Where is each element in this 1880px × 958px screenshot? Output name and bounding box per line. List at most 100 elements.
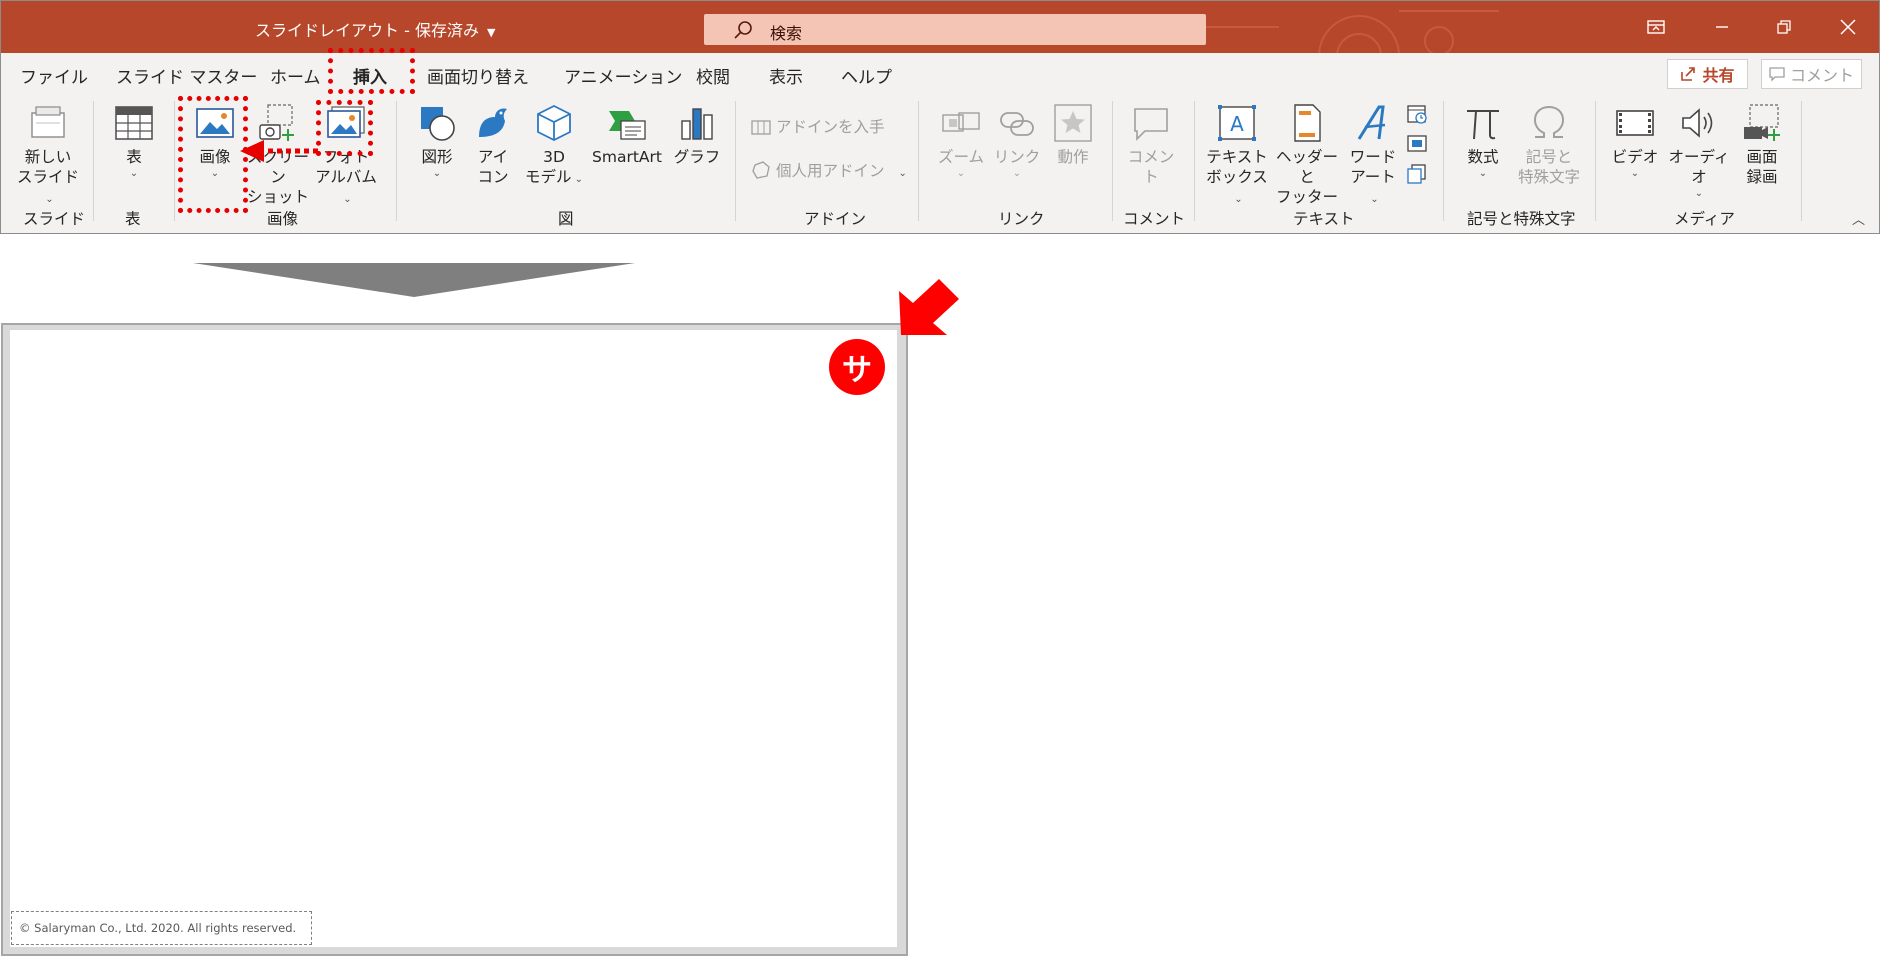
svg-text:A: A (1230, 112, 1244, 136)
textbox-button[interactable]: A テキスト ボックス ⌄ (1203, 103, 1271, 207)
title-dropdown-icon: ▼ (486, 26, 496, 39)
chevron-down-icon: ⌄ (1012, 168, 1022, 179)
shapes-button[interactable]: 図形 ⌄ (411, 103, 463, 181)
calendar-icon (1407, 105, 1427, 124)
group-separator (1595, 101, 1596, 221)
zoom-icon (942, 112, 980, 132)
omega-icon (1533, 105, 1565, 138)
tab-animations[interactable]: アニメーション (564, 63, 682, 88)
document-title-text: スライドレイアウト - 保存済み (255, 21, 479, 40)
new-slide-icon (31, 106, 65, 138)
screen-recording-label-1: 画面 (1746, 148, 1778, 166)
store-icon (751, 120, 771, 135)
chart-button[interactable]: グラフ (673, 103, 721, 167)
down-arrow-icon (193, 263, 635, 297)
document-title[interactable]: スライドレイアウト - 保存済み ▼ (255, 17, 495, 41)
close-icon (1840, 19, 1856, 35)
new-comment-button[interactable]: コメント (1123, 103, 1179, 187)
tab-file[interactable]: ファイル (20, 63, 88, 88)
textbox-label-2: ボックス (1206, 168, 1268, 186)
tab-slide-master[interactable]: スライド マスター (116, 63, 257, 88)
tab-help[interactable]: ヘルプ (841, 63, 892, 88)
footer-placeholder[interactable]: © Salaryman Co., Ltd. 2020. All rights r… (11, 911, 312, 945)
link-icon (1000, 112, 1034, 136)
comment-icon (1769, 67, 1785, 82)
pi-icon (1467, 110, 1499, 140)
wordart-button[interactable]: ワード アート ⌄ (1345, 103, 1401, 207)
equation-label: 数式 (1467, 148, 1499, 166)
group-label-media: メディア (1674, 210, 1735, 228)
smartart-label: SmartArt (592, 148, 662, 166)
chevron-down-icon: ⌄ (1478, 168, 1488, 179)
chevron-down-icon: ⌄ (1630, 168, 1640, 179)
group-label-symbols: 記号と特殊文字 (1467, 210, 1576, 228)
new-comment-label: コメント (1127, 148, 1175, 186)
restore-icon (1777, 20, 1791, 34)
group-label-slides: スライド (23, 210, 86, 228)
symbol-button[interactable]: 記号と 特殊文字 (1511, 103, 1587, 187)
header-footer-button[interactable]: ヘッダーと フッター (1273, 103, 1341, 207)
wordart-label-2: アート (1350, 168, 1396, 186)
search-placeholder: 検索 (770, 24, 803, 43)
action-button[interactable]: 動作 (1049, 103, 1097, 167)
header-footer-label-1: ヘッダーと (1275, 148, 1338, 186)
search-box[interactable]: 検索 (704, 14, 1206, 45)
group-label-text: テキスト (1293, 210, 1355, 228)
audio-button[interactable]: オーディオ ⌄ (1665, 103, 1733, 201)
smartart-icon (609, 111, 646, 140)
slide-canvas[interactable] (10, 330, 897, 947)
new-slide-button[interactable]: 新しい スライド ⌄ (13, 103, 83, 207)
screen-recording-button[interactable]: 画面 録画 (1735, 103, 1789, 187)
group-separator (174, 101, 175, 221)
group-separator (396, 101, 397, 221)
date-time-button[interactable] (1405, 103, 1429, 130)
minimize-button[interactable] (1691, 1, 1753, 53)
chevron-down-icon: ⌄ (432, 168, 442, 179)
share-label: 共有 (1702, 66, 1735, 85)
video-button[interactable]: ビデオ ⌄ (1607, 103, 1663, 181)
zoom-button[interactable]: ズーム ⌄ (935, 103, 987, 181)
smartart-button[interactable]: SmartArt (587, 103, 667, 167)
tab-transitions[interactable]: 画面切り替え (427, 63, 529, 88)
3d-models-label-1: 3D (543, 148, 565, 166)
icons-label-2: コン (477, 168, 509, 186)
zoom-label: ズーム (937, 148, 985, 166)
get-addins-button[interactable]: アドインを入手 (751, 117, 884, 137)
close-button[interactable] (1817, 1, 1879, 53)
share-icon (1681, 67, 1696, 81)
new-slide-label-1: 新しい (24, 148, 72, 166)
slide-number-button[interactable] (1405, 133, 1429, 160)
photo-album-label-2: アルバム (315, 168, 377, 186)
table-button[interactable]: 表 ⌄ (111, 103, 157, 181)
my-addins-button[interactable]: 個人用アドイン ⌄ (751, 161, 907, 181)
tab-view[interactable]: 表示 (769, 63, 803, 88)
restore-button[interactable] (1753, 1, 1815, 53)
header-footer-label-2: フッター (1275, 188, 1338, 206)
icons-button[interactable]: アイ コン (469, 103, 517, 187)
equation-button[interactable]: 数式 ⌄ (1457, 103, 1509, 181)
symbol-label-1: 記号と (1525, 148, 1573, 166)
share-button[interactable]: 共有 (1667, 59, 1748, 89)
ribbon-display-options-button[interactable] (1625, 1, 1687, 53)
annotation-insert-tab-box (328, 48, 415, 94)
tab-home[interactable]: ホーム (270, 63, 321, 88)
group-separator (93, 101, 94, 221)
3d-models-button[interactable]: 3D モデル ⌄ (519, 103, 589, 187)
ribbon-tabs: ファイル スライド マスター ホーム 挿入 画面切り替え アニメーション 校閲 … (1, 53, 1879, 95)
annotation-pictures-box (178, 96, 248, 213)
comments-button[interactable]: コメント (1761, 59, 1862, 89)
slide-number-icon (1407, 135, 1427, 152)
link-button[interactable]: リンク ⌄ (991, 103, 1043, 181)
chevron-down-icon: ⌄ (1234, 194, 1243, 205)
icons-label-1: アイ (477, 148, 509, 166)
3d-models-label-2: モデル (525, 168, 572, 186)
annotation-dotted-arrow (240, 140, 318, 162)
wordart-label-1: ワード (1349, 148, 1397, 166)
tab-review[interactable]: 校閲 (696, 63, 730, 88)
minimize-icon (1716, 26, 1728, 28)
object-button[interactable] (1405, 163, 1429, 190)
header-footer-icon (1294, 104, 1321, 142)
collapse-ribbon-icon[interactable]: ︿ (1852, 209, 1865, 228)
object-icon (1407, 164, 1426, 184)
symbol-label-2: 特殊文字 (1517, 168, 1580, 186)
